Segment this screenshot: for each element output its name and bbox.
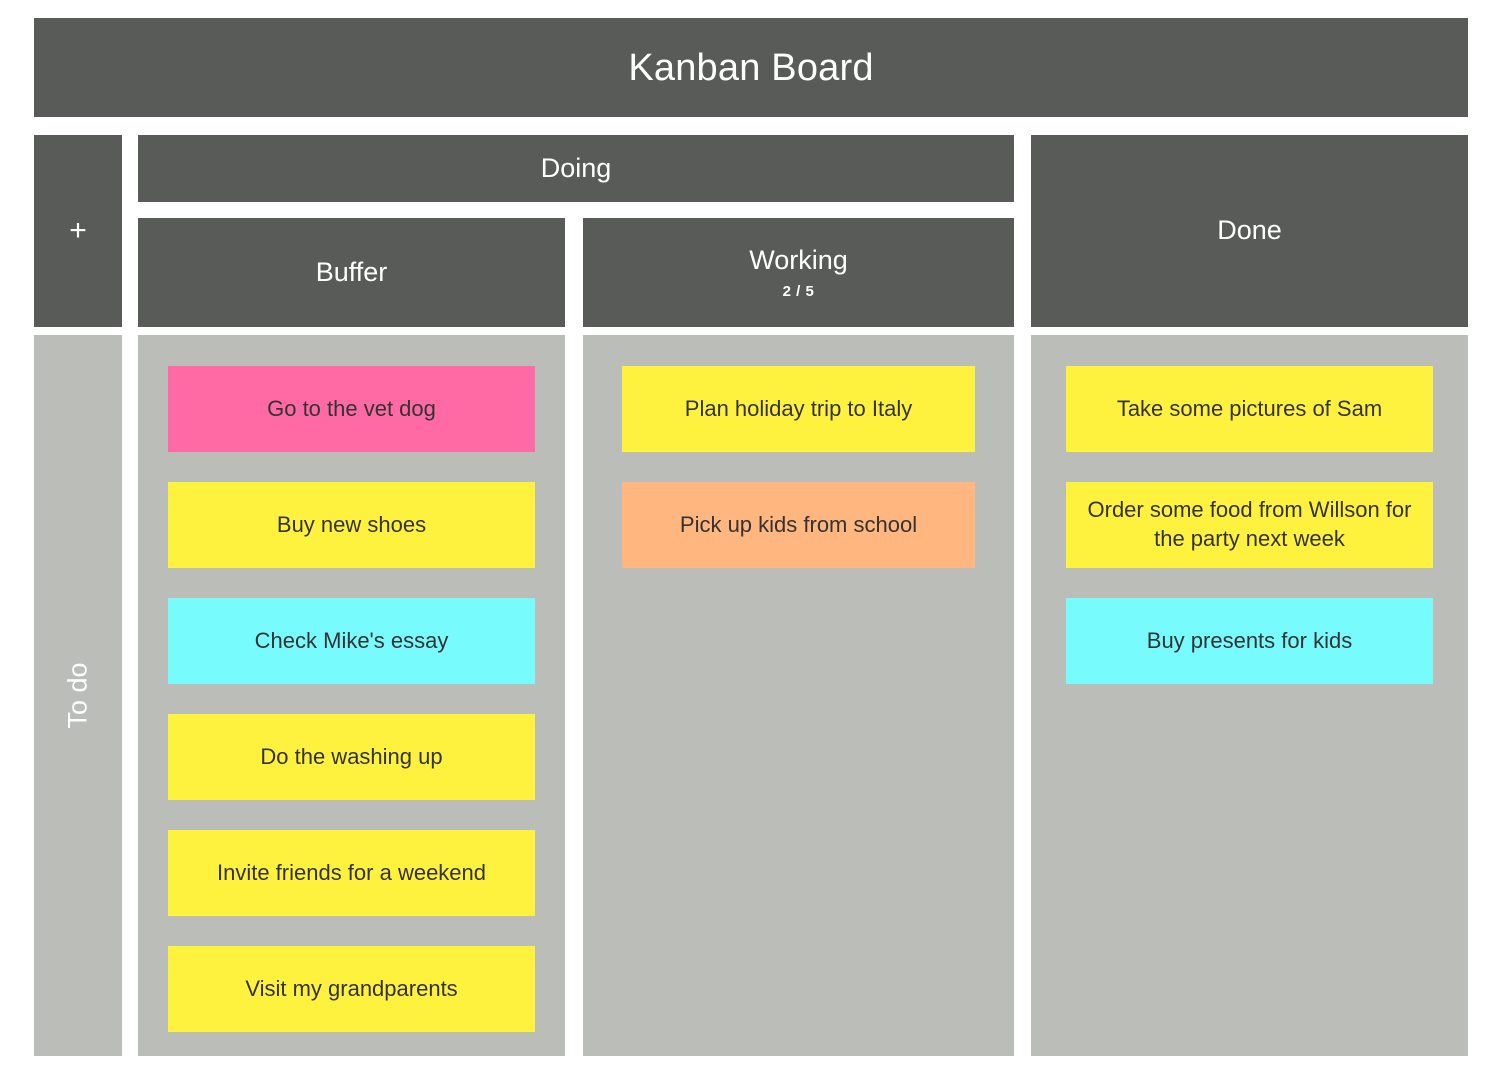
kanban-card[interactable]: Visit my grandparents [167,946,536,1032]
page-title: Kanban Board [628,46,874,89]
board-title-bar: Kanban Board [34,18,1468,117]
kanban-card-text: Buy new shoes [276,511,427,537]
kanban-card[interactable]: Buy presents for kids [1065,598,1434,684]
kanban-card[interactable]: Do the washing up [167,714,536,800]
swimlane-todo: To do Go to the vet dog Buy new shoes Chec… [34,335,1468,1056]
swimlane-title: To do [62,662,93,729]
kanban-card[interactable]: Buy new shoes [167,482,536,568]
swimlane-label-cell: To do [34,335,122,1056]
column-body-buffer[interactable]: Go to the vet dog Buy new shoes Check Mike… [138,335,565,1056]
column-header-doing-label: Doing [540,152,612,183]
column-header-buffer-label: Buffer [315,256,388,287]
kanban-card[interactable]: Go to the vet dog [167,366,536,452]
column-header-working-label: Working [749,245,848,276]
kanban-card-text: Order some food from Willson for the par… [1087,497,1412,551]
column-header-done[interactable]: Done [1031,135,1468,327]
wip-limit-badge: 2 / 5 [782,282,815,300]
column-header-buffer[interactable]: Buffer [138,218,565,327]
plus-icon: + [69,214,87,247]
kanban-card[interactable]: Pick up kids from school [621,482,976,568]
kanban-card-text: Go to the vet dog [267,395,436,421]
column-header-working[interactable]: Working 2 / 5 [583,218,1014,327]
card-list-buffer: Go to the vet dog Buy new shoes Check Mike… [138,335,565,1056]
kanban-card[interactable]: Invite friends for a weekend [167,830,536,916]
column-header-band: + Doing Buffer Working 2 / 5 Done [34,135,1468,327]
kanban-card[interactable]: Plan holiday trip to Italy [621,366,976,452]
column-header-done-label: Done [1217,215,1282,246]
kanban-card-text: Invite friends for a weekend [216,859,487,885]
column-header-doing[interactable]: Doing [138,135,1014,202]
column-body-working[interactable]: Plan holiday trip to Italy Pick up kids f… [583,335,1014,1056]
kanban-card-text: Take some pictures of Sam [1116,395,1383,421]
kanban-card-text: Do the washing up [260,743,443,769]
add-column-button[interactable]: + [34,135,122,327]
kanban-card-text: Plan holiday trip to Italy [684,395,913,421]
kanban-card-text: Buy presents for kids [1146,627,1353,653]
card-list-done: Take some pictures of Sam Order some food… [1031,335,1468,1056]
kanban-card-text: Check Mike's essay [254,627,449,653]
kanban-card[interactable]: Check Mike's essay [167,598,536,684]
kanban-card-text: Pick up kids from school [679,511,918,537]
kanban-card[interactable]: Take some pictures of Sam [1065,366,1434,452]
kanban-board: Kanban Board + Doing Buffer Working 2 / … [34,18,1468,1056]
column-body-done[interactable]: Take some pictures of Sam Order some food… [1031,335,1468,1056]
kanban-card[interactable]: Order some food from Willson for the par… [1065,482,1434,568]
kanban-card-text: Visit my grandparents [245,975,458,1001]
card-list-working: Plan holiday trip to Italy Pick up kids f… [583,335,1014,1056]
